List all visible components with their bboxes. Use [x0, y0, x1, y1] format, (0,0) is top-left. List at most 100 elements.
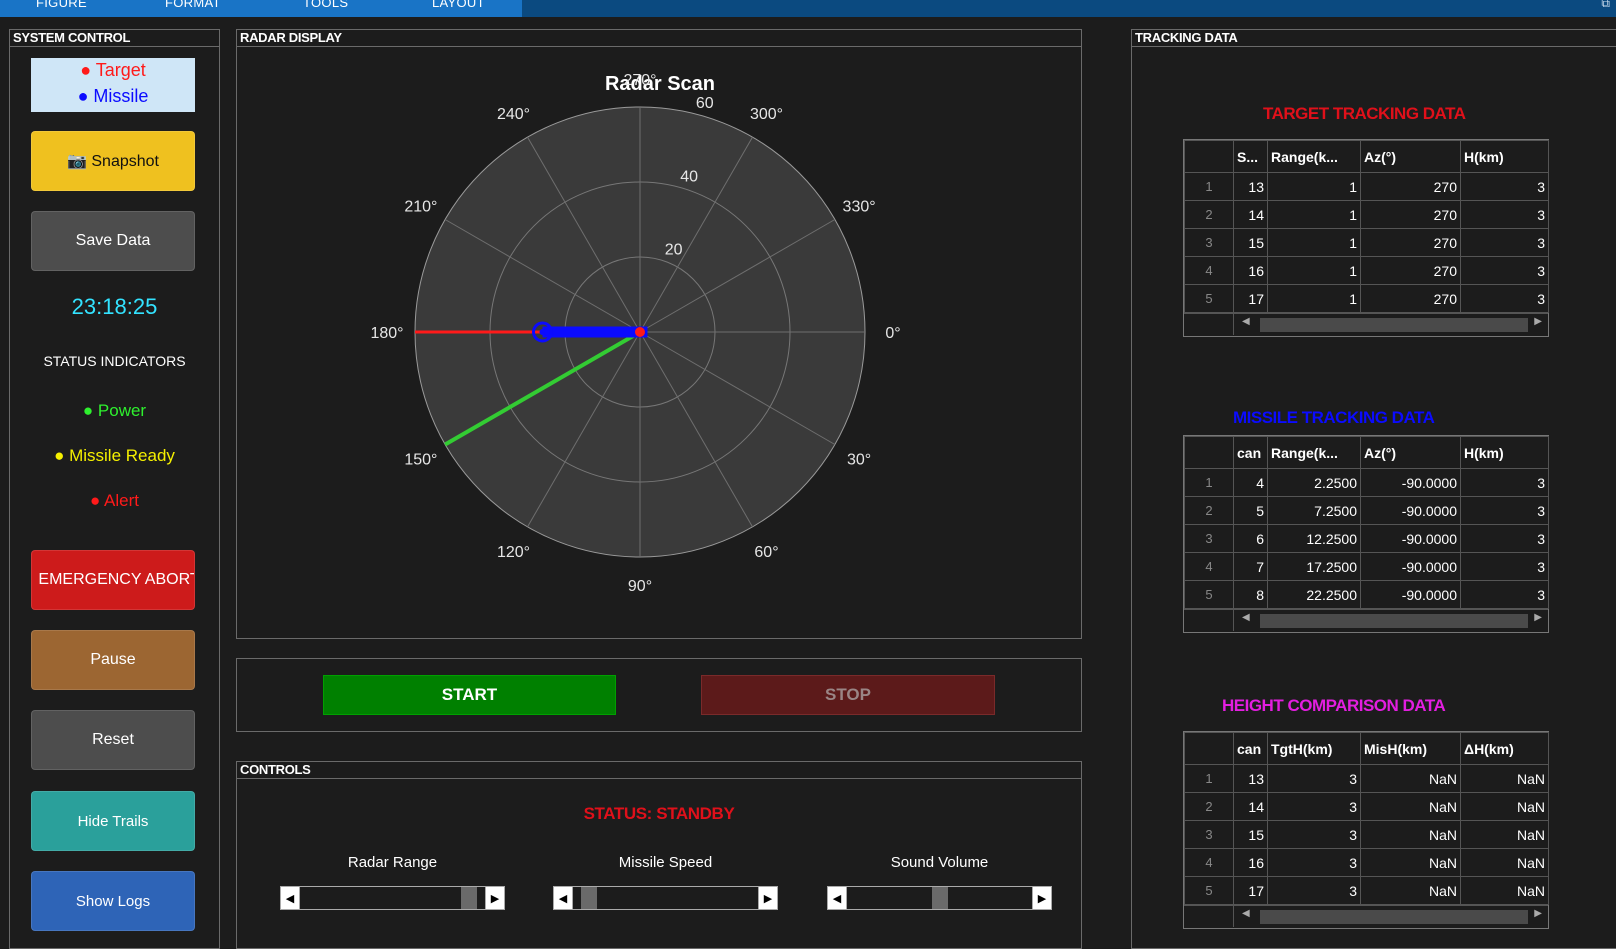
- row-index[interactable]: 3: [1184, 228, 1234, 257]
- table-cell[interactable]: NaN: [1360, 848, 1461, 877]
- table-cell[interactable]: 7: [1233, 552, 1268, 581]
- table-row[interactable]: 4 16 1 270 3: [1184, 256, 1549, 285]
- horizontal-scrollbar[interactable]: ◀ ▶: [1184, 609, 1548, 632]
- row-index[interactable]: 2: [1184, 200, 1234, 229]
- table-cell[interactable]: 3: [1460, 228, 1549, 257]
- table-row[interactable]: 2 14 1 270 3: [1184, 200, 1549, 229]
- table-cell[interactable]: 3: [1460, 580, 1549, 609]
- arrow-left-icon[interactable]: ◀: [281, 887, 300, 909]
- window-icon[interactable]: ⧉: [1601, 0, 1610, 11]
- slider-thumb[interactable]: [461, 887, 478, 909]
- sound-volume-slider[interactable]: ◀ ▶: [827, 886, 1052, 910]
- table-cell[interactable]: 3: [1460, 200, 1549, 229]
- table-cell[interactable]: 15: [1233, 228, 1268, 257]
- row-index[interactable]: 5: [1184, 876, 1234, 905]
- table-cell[interactable]: -90.0000: [1360, 496, 1461, 525]
- table-cell[interactable]: 270: [1360, 172, 1461, 201]
- row-index[interactable]: 5: [1184, 284, 1234, 313]
- table-cell[interactable]: 7.2500: [1267, 496, 1361, 525]
- missile-tracking-table[interactable]: can Range(k... Az(°) H(km) 1 4 2.2500 -90.0000…: [1183, 435, 1549, 633]
- table-cell[interactable]: 3: [1460, 284, 1549, 313]
- column-header[interactable]: H(km): [1460, 140, 1549, 173]
- table-cell[interactable]: 13: [1233, 172, 1268, 201]
- table-cell[interactable]: 17: [1233, 284, 1268, 313]
- emergency-abort-button[interactable]: EMERGENCY ABORT: [31, 550, 195, 610]
- scrollbar-thumb[interactable]: [1260, 318, 1528, 332]
- column-header[interactable]: TgtH(km): [1267, 732, 1361, 765]
- column-header[interactable]: Range(k...: [1267, 436, 1361, 469]
- row-index[interactable]: 1: [1184, 764, 1234, 793]
- arrow-left-icon[interactable]: ◀: [1242, 612, 1250, 623]
- table-cell[interactable]: 16: [1233, 256, 1268, 285]
- table-row[interactable]: 5 17 1 270 3: [1184, 284, 1549, 313]
- table-cell[interactable]: 3: [1460, 256, 1549, 285]
- arrow-right-icon[interactable]: ▶: [1534, 908, 1542, 919]
- scrollbar-thumb[interactable]: [1260, 910, 1528, 924]
- column-header[interactable]: Az(°): [1360, 140, 1461, 173]
- arrow-right-icon[interactable]: ▶: [1534, 316, 1542, 327]
- table-cell[interactable]: NaN: [1460, 792, 1549, 821]
- table-cell[interactable]: 6: [1233, 524, 1268, 553]
- column-header[interactable]: H(km): [1460, 436, 1549, 469]
- table-cell[interactable]: NaN: [1360, 764, 1461, 793]
- start-button[interactable]: START: [323, 675, 616, 715]
- table-cell[interactable]: 3: [1267, 792, 1361, 821]
- missile-speed-slider[interactable]: ◀ ▶: [553, 886, 778, 910]
- slider-thumb[interactable]: [580, 887, 597, 909]
- height-comparison-table[interactable]: can TgtH(km) MisH(km) ΔH(km) 1 13 3 NaN NaN 2 14 3…: [1183, 731, 1549, 929]
- table-cell[interactable]: 3: [1460, 468, 1549, 497]
- table-row[interactable]: 2 5 7.2500 -90.0000 3: [1184, 496, 1549, 525]
- arrow-right-icon[interactable]: ▶: [1534, 612, 1542, 623]
- table-cell[interactable]: 3: [1460, 172, 1549, 201]
- table-row[interactable]: 3 15 1 270 3: [1184, 228, 1549, 257]
- table-cell[interactable]: 15: [1233, 820, 1268, 849]
- table-cell[interactable]: 17: [1233, 876, 1268, 905]
- table-cell[interactable]: NaN: [1460, 820, 1549, 849]
- table-cell[interactable]: 22.2500: [1267, 580, 1361, 609]
- slider-thumb[interactable]: [931, 887, 948, 909]
- table-cell[interactable]: 1: [1267, 256, 1361, 285]
- stop-button[interactable]: STOP: [701, 675, 995, 715]
- table-cell[interactable]: NaN: [1460, 764, 1549, 793]
- arrow-left-icon[interactable]: ◀: [828, 887, 847, 909]
- row-index[interactable]: 4: [1184, 256, 1234, 285]
- row-index[interactable]: 4: [1184, 552, 1234, 581]
- column-header[interactable]: Az(°): [1360, 436, 1461, 469]
- table-cell[interactable]: -90.0000: [1360, 580, 1461, 609]
- table-cell[interactable]: NaN: [1460, 848, 1549, 877]
- table-cell[interactable]: NaN: [1360, 792, 1461, 821]
- table-row[interactable]: 5 8 22.2500 -90.0000 3: [1184, 580, 1549, 609]
- table-row[interactable]: 4 16 3 NaN NaN: [1184, 848, 1549, 877]
- table-cell[interactable]: 270: [1360, 200, 1461, 229]
- column-header[interactable]: can: [1233, 732, 1268, 765]
- table-cell[interactable]: -90.0000: [1360, 524, 1461, 553]
- table-cell[interactable]: 3: [1460, 496, 1549, 525]
- menu-format[interactable]: FORMAT: [165, 0, 221, 10]
- row-index[interactable]: 1: [1184, 468, 1234, 497]
- arrow-left-icon[interactable]: ◀: [1242, 908, 1250, 919]
- table-cell[interactable]: 3: [1267, 876, 1361, 905]
- row-index[interactable]: 3: [1184, 820, 1234, 849]
- arrow-left-icon[interactable]: ◀: [1242, 316, 1250, 327]
- table-row[interactable]: 4 7 17.2500 -90.0000 3: [1184, 552, 1549, 581]
- menu-tools[interactable]: TOOLS: [303, 0, 348, 10]
- pause-button[interactable]: Pause: [31, 630, 195, 690]
- reset-button[interactable]: Reset: [31, 710, 195, 770]
- table-cell[interactable]: 270: [1360, 228, 1461, 257]
- table-row[interactable]: 1 13 1 270 3: [1184, 172, 1549, 201]
- table-cell[interactable]: 3: [1460, 524, 1549, 553]
- table-cell[interactable]: 13: [1233, 764, 1268, 793]
- row-index[interactable]: 2: [1184, 496, 1234, 525]
- table-cell[interactable]: NaN: [1360, 876, 1461, 905]
- table-cell[interactable]: 16: [1233, 848, 1268, 877]
- table-cell[interactable]: 3: [1267, 848, 1361, 877]
- arrow-right-icon[interactable]: ▶: [758, 887, 777, 909]
- table-cell[interactable]: 4: [1233, 468, 1268, 497]
- scrollbar-thumb[interactable]: [1260, 614, 1528, 628]
- table-cell[interactable]: -90.0000: [1360, 552, 1461, 581]
- row-index[interactable]: 5: [1184, 580, 1234, 609]
- table-cell[interactable]: 3: [1267, 764, 1361, 793]
- table-cell[interactable]: NaN: [1460, 876, 1549, 905]
- table-cell[interactable]: 8: [1233, 580, 1268, 609]
- show-logs-button[interactable]: Show Logs: [31, 871, 195, 931]
